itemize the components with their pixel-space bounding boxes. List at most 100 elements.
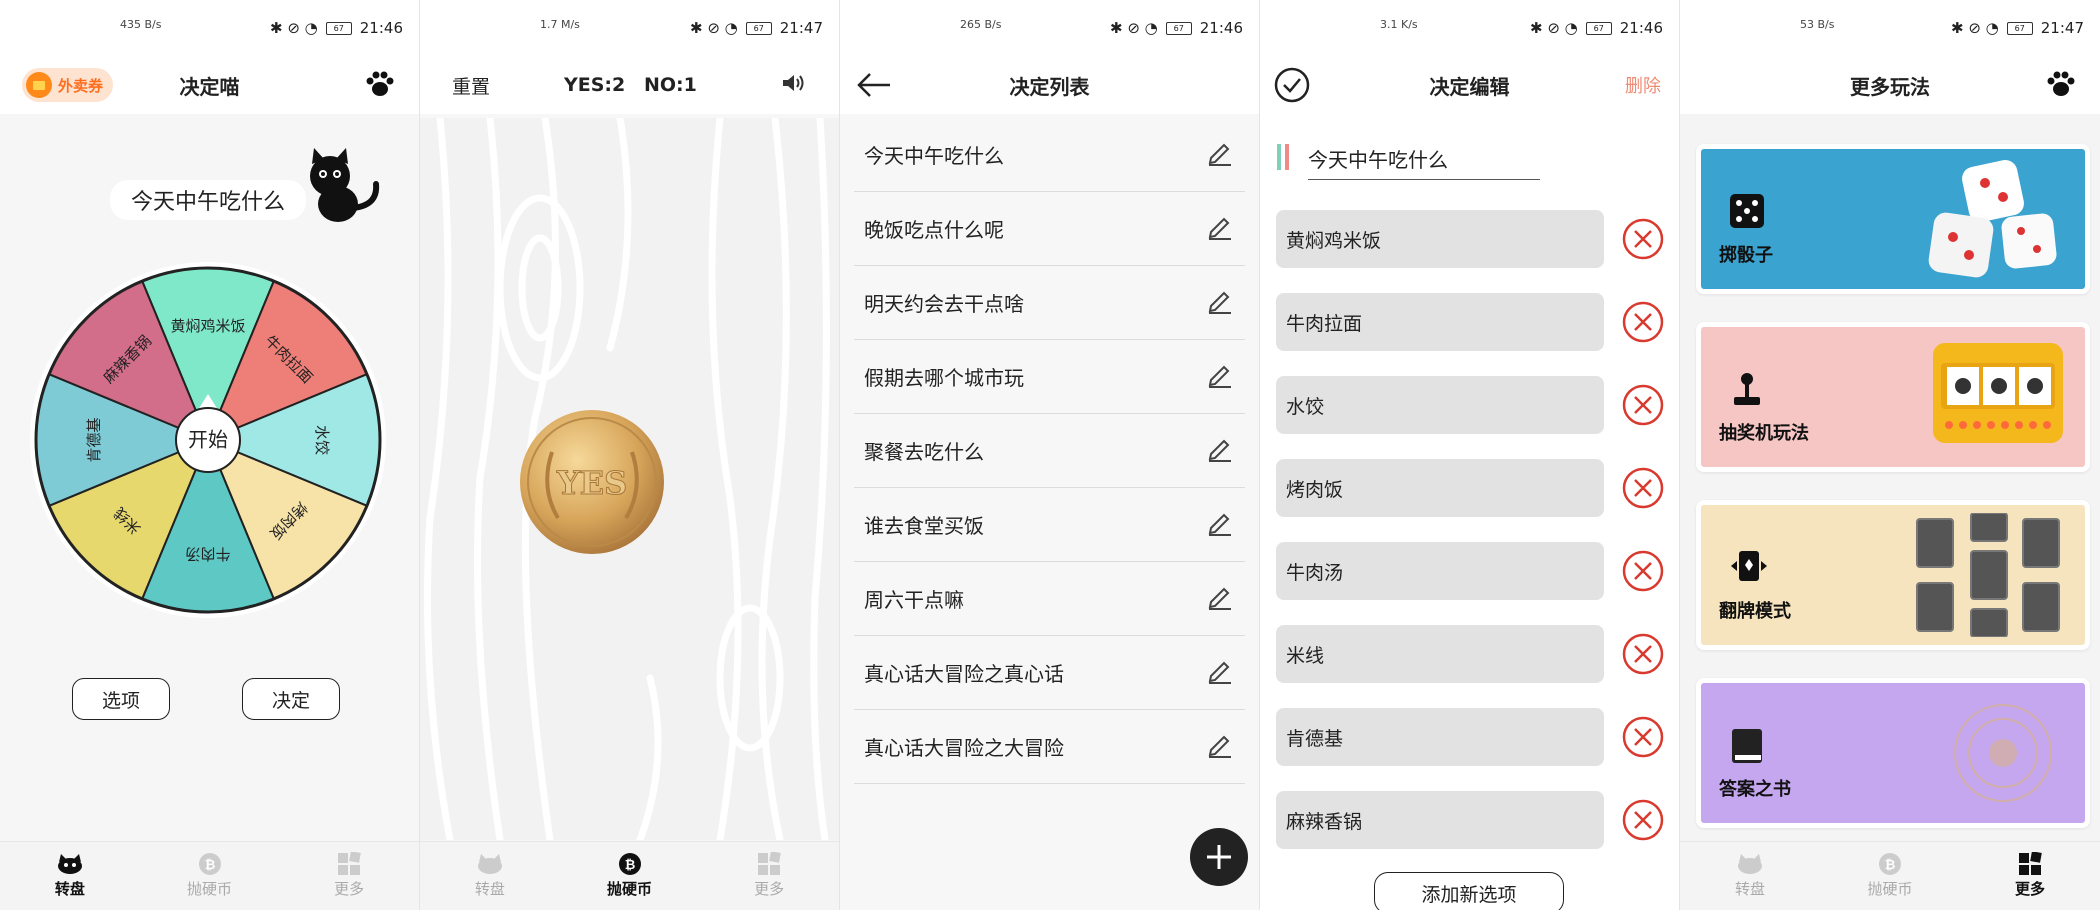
bottom-nav: 转盘 ₿ 抛硬币 更多 (1680, 841, 2100, 910)
grid-icon (336, 852, 362, 875)
edit-pencil-icon[interactable] (1205, 508, 1233, 541)
edit-pencil-icon[interactable] (1205, 434, 1233, 467)
more-screen: 53 B/s ✱ ⊘ ◔ 67 21:47 更多玩法 掷骰子 抽奖机玩法 翻牌模… (1680, 0, 2100, 910)
option-field[interactable]: 水饺 (1276, 376, 1604, 434)
check-icon[interactable] (1274, 67, 1310, 107)
start-label[interactable]: 开始 (188, 428, 228, 452)
bottom-nav: 转盘 ₿ 抛硬币 更多 (0, 841, 419, 910)
battery-icon: 67 (2006, 21, 2033, 35)
list-item[interactable]: 明天约会去干点啥 (854, 266, 1245, 340)
option-field[interactable]: 麻辣香锅 (1276, 791, 1604, 849)
page-title: 决定列表 (1009, 74, 1090, 99)
edit-pencil-icon[interactable] (1205, 656, 1233, 689)
card-slot-machine[interactable]: 抽奖机玩法 (1696, 322, 2090, 472)
remove-option-icon[interactable] (1622, 218, 1664, 260)
wheel-segment-label: 水饺 (313, 425, 331, 455)
remove-option-icon[interactable] (1622, 716, 1664, 758)
status-icons: ✱ ⊘ ◔ (1951, 19, 1999, 37)
network-speed: 53 B/s (1800, 18, 1835, 31)
coupon-button[interactable]: 外卖券 (22, 68, 114, 102)
network-speed: 435 B/s (120, 18, 162, 31)
card-flip[interactable]: 翻牌模式 (1696, 500, 2090, 650)
battery-icon: 67 (325, 21, 352, 35)
nav-wheel[interactable]: 转盘 (420, 842, 560, 910)
svg-text:₿: ₿ (204, 858, 215, 873)
options-button[interactable]: 选项 (72, 678, 170, 720)
reset-button[interactable]: 重置 (452, 72, 490, 99)
option-field[interactable]: 牛肉汤 (1276, 542, 1604, 600)
paw-icon[interactable] (2046, 70, 2076, 102)
edit-pencil-icon[interactable] (1205, 730, 1233, 763)
header: 决定编辑 删除 (1260, 56, 1679, 114)
add-option-button[interactable]: 添加新选项 (1374, 872, 1564, 910)
nav-wheel-label: 转盘 (54, 880, 85, 898)
option-field[interactable]: 米线 (1276, 625, 1604, 683)
remove-option-icon[interactable] (1622, 301, 1664, 343)
delete-button[interactable]: 删除 (1625, 72, 1661, 98)
cat-face-icon (477, 853, 503, 875)
nav-wheel[interactable]: 转盘 (1680, 842, 1820, 910)
remove-option-icon[interactable] (1622, 799, 1664, 841)
option-field[interactable]: 肯德基 (1276, 708, 1604, 766)
edit-pencil-icon[interactable] (1205, 360, 1233, 393)
status-icons: ✱ ⊘ ◔ (690, 19, 738, 37)
option-field[interactable]: 黄焖鸡米饭 (1276, 210, 1604, 268)
nav-more[interactable]: 更多 (279, 842, 419, 910)
remove-option-icon[interactable] (1622, 633, 1664, 675)
decide-button[interactable]: 决定 (242, 678, 340, 720)
edit-pencil-icon[interactable] (1205, 582, 1233, 615)
nav-coin-label: 抛硬币 (607, 880, 653, 898)
decision-wheel[interactable]: 黄焖鸡米饭 牛肉拉面 水饺 烤肉饭 牛肉汤 米线 肯德基 麻辣香锅 开始 (18, 250, 398, 634)
network-speed: 3.1 K/s (1380, 18, 1418, 31)
decision-title-input[interactable]: 今天中午吃什么 (1308, 144, 1540, 180)
nav-coin[interactable]: ₿ 抛硬币 (140, 842, 280, 910)
edit-pencil-icon[interactable] (1205, 138, 1233, 171)
network-speed: 265 B/s (960, 18, 1002, 31)
status-bar: 1.7 M/s ✱ ⊘ ◔ 67 21:47 (420, 0, 839, 56)
bitcoin-icon: ₿ (1877, 853, 1903, 875)
cat-icon (300, 148, 384, 232)
card-answer-book[interactable]: 答案之书 (1696, 678, 2090, 828)
list-item-label: 谁去食堂买饭 (864, 514, 984, 538)
list-item[interactable]: 真心话大冒险之大冒险 (854, 710, 1245, 784)
speaker-icon[interactable] (781, 72, 805, 99)
cards-illustration (1913, 512, 2063, 641)
wheel-screen: 435 B/s ✱ ⊘ ◔ 67 21:46 外卖券 决定喵 今天中午吃什么 黄… (0, 0, 420, 910)
list-item[interactable]: 真心话大冒险之真心话 (854, 636, 1245, 710)
option-field[interactable]: 牛肉拉面 (1276, 293, 1604, 351)
add-decision-button[interactable] (1190, 828, 1248, 886)
list-item[interactable]: 周六干点嘛 (854, 562, 1245, 636)
back-arrow-icon[interactable] (856, 70, 892, 104)
edit-pencil-icon[interactable] (1205, 286, 1233, 319)
edit-pencil-icon[interactable] (1205, 212, 1233, 245)
coin[interactable]: YES (518, 408, 666, 560)
nav-more[interactable]: 更多 (1960, 842, 2100, 910)
list-item[interactable]: 假期去哪个城市玩 (854, 340, 1245, 414)
battery-icon: 67 (1585, 21, 1612, 35)
nav-coin[interactable]: ₿ 抛硬币 (1820, 842, 1960, 910)
remove-option-icon[interactable] (1622, 550, 1664, 592)
nav-wheel[interactable]: 转盘 (0, 842, 140, 910)
option-field[interactable]: 烤肉饭 (1276, 459, 1604, 517)
clock: 21:47 (779, 19, 823, 37)
network-speed: 1.7 M/s (540, 18, 580, 31)
list-item[interactable]: 谁去食堂买饭 (854, 488, 1245, 562)
list-item[interactable]: 聚餐去吃什么 (854, 414, 1245, 488)
paw-icon[interactable] (365, 70, 395, 102)
book-icon (1729, 727, 1765, 769)
nav-coin-label: 抛硬币 (1867, 880, 1913, 898)
nav-coin[interactable]: ₿ 抛硬币 (560, 842, 700, 910)
list-item-label: 今天中午吃什么 (864, 144, 1004, 168)
list-item[interactable]: 今天中午吃什么 (854, 118, 1245, 192)
nav-more[interactable]: 更多 (699, 842, 839, 910)
list-item[interactable]: 晚饭吃点什么呢 (854, 192, 1245, 266)
coupon-label: 外卖券 (58, 76, 104, 95)
question-title: 今天中午吃什么 (110, 180, 306, 220)
grid-icon (756, 852, 782, 875)
card-dice[interactable]: 掷骰子 (1696, 144, 2090, 294)
remove-option-icon[interactable] (1622, 384, 1664, 426)
clock: 21:46 (1199, 19, 1243, 37)
remove-option-icon[interactable] (1622, 467, 1664, 509)
no-count: NO:1 (644, 74, 697, 96)
wheel-segment-label: 肯德基 (85, 417, 103, 462)
